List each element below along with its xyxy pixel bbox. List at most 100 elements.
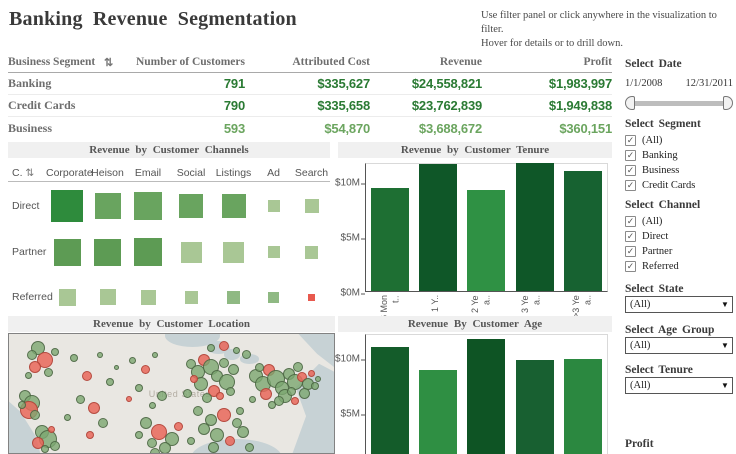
channel-column-heison[interactable]: Heison: [88, 167, 127, 179]
map-bubble[interactable]: [98, 418, 109, 429]
map-bubble[interactable]: [235, 407, 244, 416]
channel-mark[interactable]: [227, 290, 240, 304]
map-bubble[interactable]: [40, 445, 49, 453]
chevron-down-icon[interactable]: ▼: [718, 381, 732, 390]
channel-column-email[interactable]: Email: [127, 167, 169, 179]
checkbox-creditcards[interactable]: ✓: [625, 180, 636, 191]
channel-mark[interactable]: [99, 289, 116, 305]
tenure-bar[interactable]: [515, 163, 554, 291]
map-bubble[interactable]: [227, 364, 239, 376]
map-bubble[interactable]: [26, 350, 37, 361]
channel-mark[interactable]: [305, 245, 318, 259]
map-bubble[interactable]: [245, 442, 254, 452]
map-bubble[interactable]: [70, 353, 78, 362]
age-bar[interactable]: [419, 370, 458, 454]
map-bubble[interactable]: [141, 365, 150, 375]
col-revenue[interactable]: Revenue: [370, 56, 482, 69]
state-dropdown[interactable]: (All) ▼: [625, 296, 733, 313]
age-bar[interactable]: [515, 360, 554, 454]
slider-handle-end[interactable]: [723, 96, 733, 110]
map-bubble[interactable]: [237, 425, 249, 438]
channel-mark[interactable]: [134, 238, 162, 266]
map-bubble[interactable]: [82, 370, 92, 381]
age-bar[interactable]: [371, 347, 410, 454]
map-bubble[interactable]: [135, 383, 143, 392]
map-bubble[interactable]: [139, 417, 152, 430]
map-bubble[interactable]: [135, 431, 143, 440]
segment-row-banking[interactable]: Banking 791 $335,627 $24,558,821 $1,983,997: [8, 73, 612, 96]
col-attributed-cost[interactable]: Attributed Cost: [245, 56, 370, 69]
channel-column-ad[interactable]: Ad: [254, 167, 293, 179]
tenure-dropdown[interactable]: (All) ▼: [625, 377, 733, 394]
map-bubble[interactable]: [310, 382, 319, 391]
checkbox-all[interactable]: ✓: [625, 216, 636, 227]
tenure-bar[interactable]: [371, 188, 410, 291]
map-bubble[interactable]: [152, 352, 159, 359]
checkbox-partner[interactable]: ✓: [625, 246, 636, 257]
channel-column-social[interactable]: Social: [169, 167, 213, 179]
slider-track[interactable]: [628, 101, 730, 106]
map-bubble[interactable]: [47, 425, 55, 433]
map-bubble[interactable]: [173, 422, 183, 432]
channel-mark[interactable]: [267, 246, 280, 258]
map-bubble[interactable]: [206, 344, 215, 353]
channel-mark[interactable]: [268, 291, 279, 303]
map-bubble[interactable]: [314, 376, 321, 383]
checkbox-referred[interactable]: ✓: [625, 261, 636, 272]
map-bubble[interactable]: [64, 413, 71, 421]
channel-mark[interactable]: [267, 200, 280, 212]
chevron-down-icon[interactable]: ▼: [718, 341, 732, 350]
map-bubble[interactable]: [150, 448, 161, 453]
map-bubble[interactable]: [129, 356, 136, 364]
map-bubble[interactable]: [30, 409, 40, 420]
checkbox-banking[interactable]: ✓: [625, 150, 636, 161]
col-profit[interactable]: Profit: [482, 56, 612, 69]
map-area[interactable]: United States: [8, 333, 335, 454]
channel-mark[interactable]: [94, 193, 121, 219]
map-bubble[interactable]: [259, 387, 272, 400]
map-bubble[interactable]: [159, 442, 171, 453]
slider-handle-start[interactable]: [625, 96, 635, 110]
map-bubble[interactable]: [76, 394, 85, 404]
map-bubble[interactable]: [49, 440, 60, 451]
map-bubble[interactable]: [29, 361, 41, 374]
map-bubble[interactable]: [126, 396, 133, 403]
channel-mark[interactable]: [223, 241, 244, 263]
map-bubble[interactable]: [254, 362, 264, 372]
map-bubble[interactable]: [218, 340, 229, 351]
map-bubble[interactable]: [192, 406, 203, 417]
checkbox-business[interactable]: ✓: [625, 165, 636, 176]
map-bubble[interactable]: [86, 431, 95, 440]
channel-mark[interactable]: [180, 241, 202, 263]
map-bubble[interactable]: [287, 386, 297, 396]
channel-mark[interactable]: [134, 192, 162, 220]
tenure-bar[interactable]: [467, 190, 506, 291]
date-range-slider[interactable]: [625, 96, 733, 110]
channel-mark[interactable]: [221, 194, 246, 218]
channel-mark[interactable]: [184, 290, 198, 304]
tenure-bar[interactable]: [419, 164, 458, 291]
channels-corner[interactable]: C. ⇅: [8, 167, 46, 179]
channel-mark[interactable]: [53, 238, 81, 266]
channel-mark[interactable]: [94, 238, 121, 266]
map-bubble[interactable]: [156, 390, 167, 401]
channel-mark[interactable]: [140, 289, 156, 305]
map-bubble[interactable]: [148, 401, 156, 409]
map-bubble[interactable]: [208, 441, 220, 453]
map-bubble[interactable]: [216, 407, 231, 422]
channel-column-listings[interactable]: Listings: [213, 167, 254, 179]
map-bubble[interactable]: [187, 437, 195, 446]
age-group-dropdown[interactable]: (All) ▼: [625, 337, 733, 354]
segment-row-business[interactable]: Business 593 $54,870 $3,688,672 $360,151: [8, 117, 612, 139]
map-bubble[interactable]: [97, 352, 103, 359]
channels-sort-icon[interactable]: ⇅: [25, 167, 34, 179]
map-bubble[interactable]: [50, 347, 59, 356]
channel-mark[interactable]: [308, 293, 315, 301]
channel-mark[interactable]: [179, 194, 203, 218]
age-bar[interactable]: [467, 339, 506, 454]
map-bubble[interactable]: [225, 386, 235, 396]
map-bubble[interactable]: [25, 372, 32, 380]
map-bubble[interactable]: [147, 438, 157, 449]
channel-mark[interactable]: [58, 288, 76, 306]
map-bubble[interactable]: [307, 369, 315, 377]
